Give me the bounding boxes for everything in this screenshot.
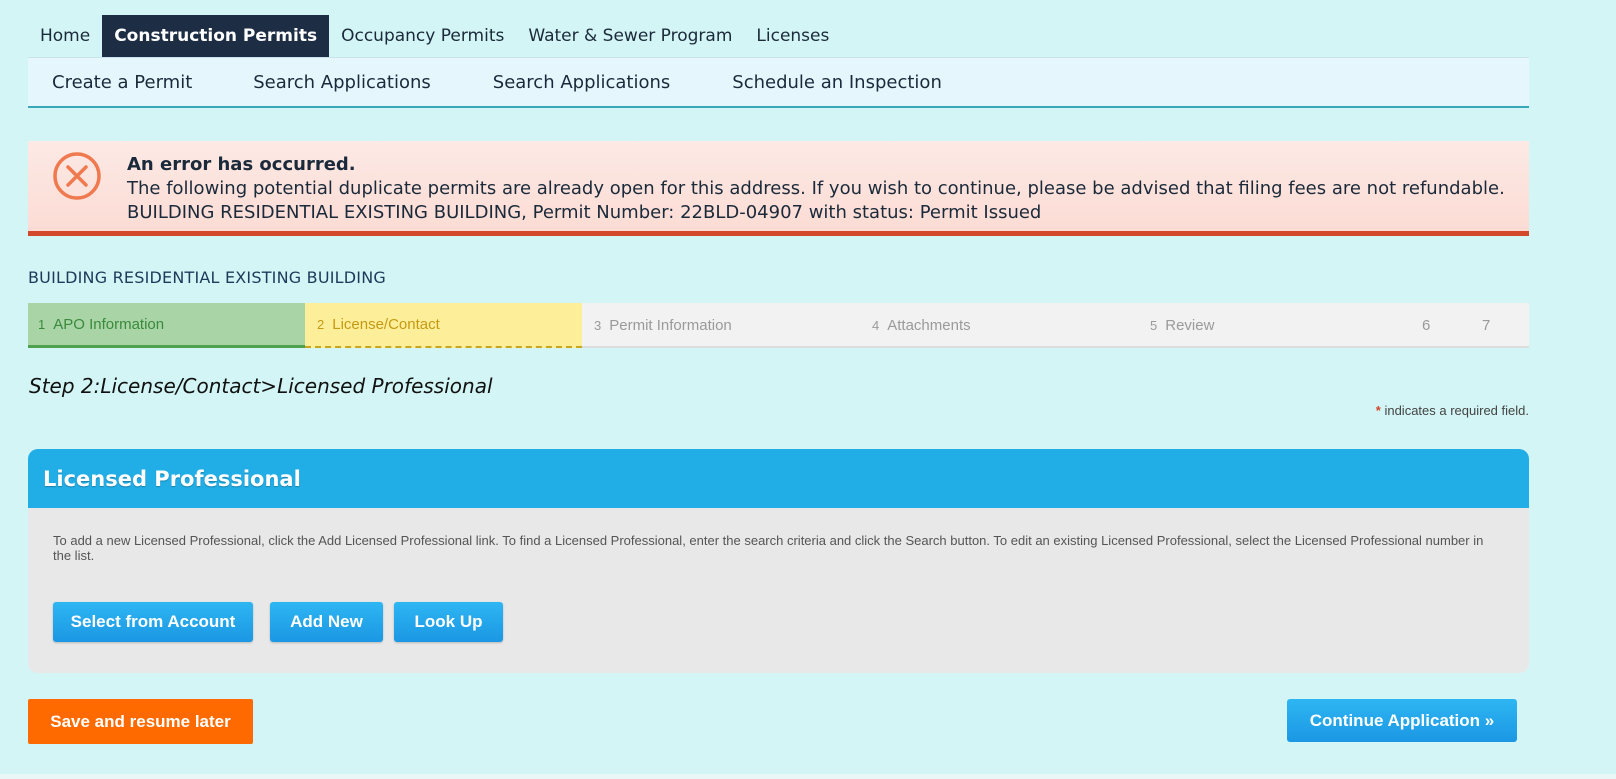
- step-6[interactable]: 6: [1422, 303, 1438, 348]
- section-instructions: To add a new Licensed Professional, clic…: [53, 533, 1484, 563]
- step-label: License/Contact: [332, 316, 440, 333]
- subnav-schedule-inspection[interactable]: Schedule an Inspection: [732, 72, 942, 93]
- step-label: Review: [1165, 317, 1215, 334]
- step-number: 1: [38, 316, 46, 332]
- error-title: An error has occurred.: [127, 154, 356, 175]
- step-label: Permit Information: [609, 317, 732, 334]
- licensed-professional-section: Licensed Professional To add a new Licen…: [28, 449, 1529, 673]
- step-number: 5: [1150, 318, 1158, 333]
- tab-label: Construction Permits: [114, 26, 318, 46]
- step-progress-bar: 1 APO Information 2 License/Contact 3 Permi…: [28, 303, 1529, 348]
- step-attachments[interactable]: 4 Attachments: [872, 303, 971, 348]
- tab-home[interactable]: Home: [28, 15, 102, 57]
- subnav-search-applications-2[interactable]: Search Applications: [493, 72, 671, 93]
- error-text: An error has occurred. The following pot…: [127, 153, 1505, 225]
- required-field-note: * indicates a required field.: [1376, 403, 1529, 418]
- tab-label: Occupancy Permits: [341, 26, 505, 46]
- permit-type-title: BUILDING RESIDENTIAL EXISTING BUILDING: [28, 268, 386, 287]
- sub-nav: Create a Permit Search Applications Sear…: [28, 57, 1529, 108]
- step-permit-information[interactable]: 3 Permit Information: [594, 303, 732, 348]
- step-number: 4: [872, 318, 880, 333]
- tab-occupancy-permits[interactable]: Occupancy Permits: [329, 15, 516, 57]
- main-nav: Home Construction Permits Occupancy Perm…: [28, 15, 841, 64]
- look-up-button[interactable]: Look Up: [394, 602, 503, 642]
- step-label: Attachments: [887, 317, 971, 334]
- required-note-text: indicates a required field.: [1380, 403, 1529, 418]
- error-detail: BUILDING RESIDENTIAL EXISTING BUILDING, …: [127, 202, 1042, 223]
- subnav-create-permit[interactable]: Create a Permit: [52, 72, 192, 93]
- section-header: Licensed Professional: [28, 449, 1529, 508]
- error-message: The following potential duplicate permit…: [127, 178, 1505, 199]
- tab-label: Home: [40, 26, 91, 46]
- select-from-account-button[interactable]: Select from Account: [53, 602, 253, 642]
- tab-water-sewer[interactable]: Water & Sewer Program: [516, 15, 744, 57]
- continue-application-button[interactable]: Continue Application »: [1287, 699, 1517, 742]
- tab-label: Licenses: [756, 26, 830, 46]
- step-number: 6: [1422, 317, 1431, 334]
- step-license-contact[interactable]: 2 License/Contact: [305, 303, 582, 348]
- step-number: 2: [317, 317, 325, 332]
- add-new-button[interactable]: Add New: [270, 602, 383, 642]
- error-circle-x-icon: [53, 152, 101, 200]
- tab-construction-permits[interactable]: Construction Permits: [102, 15, 330, 64]
- save-and-resume-later-button[interactable]: Save and resume later: [28, 699, 253, 744]
- page-bottom-strip: [0, 774, 1616, 779]
- step-7[interactable]: 7: [1482, 303, 1498, 348]
- error-banner: An error has occurred. The following pot…: [28, 141, 1529, 236]
- step-label: APO Information: [53, 315, 165, 333]
- tab-licenses[interactable]: Licenses: [744, 15, 841, 57]
- section-title: Licensed Professional: [43, 466, 301, 491]
- step-number: 7: [1482, 317, 1491, 334]
- step-number: 3: [594, 318, 602, 333]
- step-apo-information[interactable]: 1 APO Information: [28, 303, 305, 348]
- step-review[interactable]: 5 Review: [1150, 303, 1214, 348]
- tab-label: Water & Sewer Program: [528, 26, 733, 46]
- subnav-search-applications[interactable]: Search Applications: [253, 72, 431, 93]
- step-heading: Step 2:License/Contact>Licensed Professi…: [29, 374, 493, 398]
